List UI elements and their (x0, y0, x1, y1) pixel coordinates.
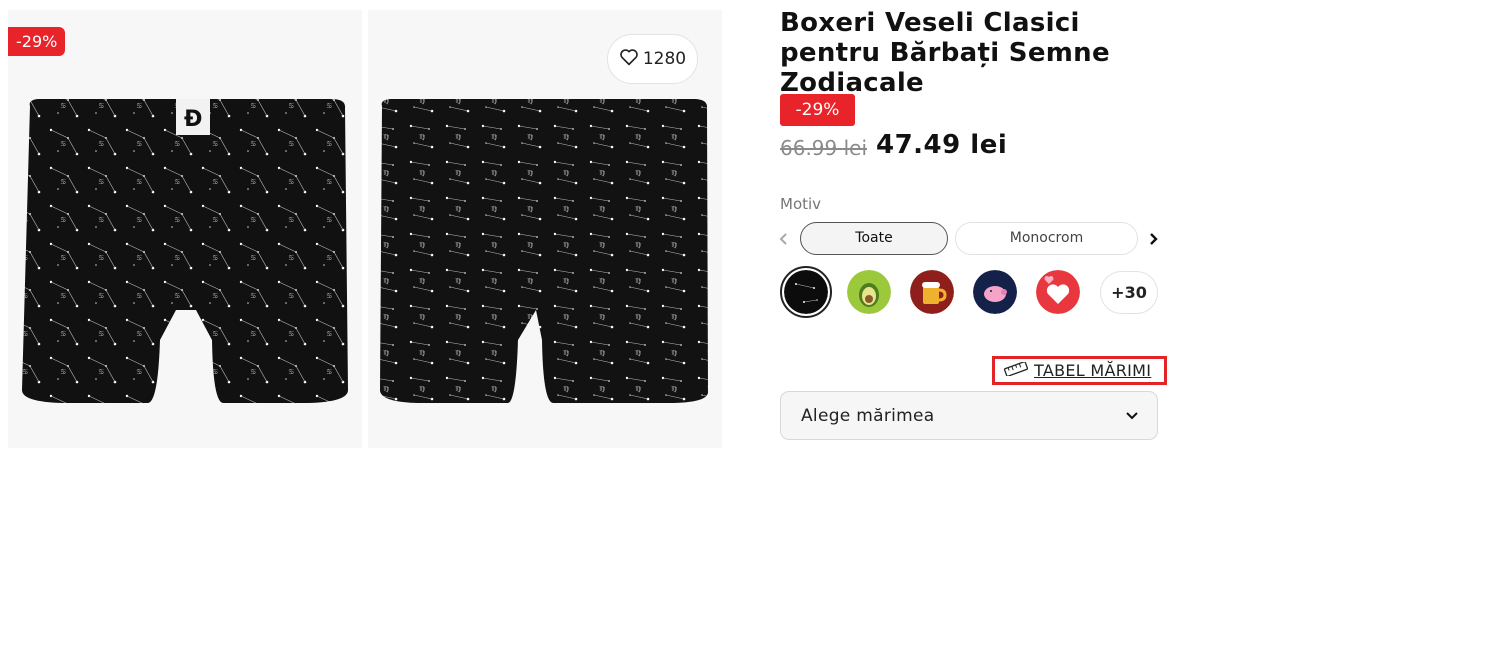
more-swatches-button[interactable]: +30 (1100, 271, 1158, 314)
svg-text:Ɖ: Ɖ (184, 107, 202, 132)
swatch-hearts[interactable] (1036, 270, 1080, 314)
swatch-beer[interactable] (910, 270, 954, 314)
heart-icon (619, 48, 639, 71)
image-discount-badge: -29% (8, 27, 66, 56)
product-image-front[interactable]: ♋ Ɖ (8, 10, 362, 448)
chevron-down-icon (1125, 406, 1139, 426)
size-table-label: TABEL MĂRIMI (1034, 361, 1152, 380)
discount-badge: -29% (780, 94, 855, 126)
filter-chip-monochrome[interactable]: Monocrom (955, 222, 1138, 255)
filter-chip-all[interactable]: Toate (800, 222, 948, 255)
new-price: 47.49 lei (876, 130, 1008, 160)
swatch-avocado[interactable] (847, 270, 891, 314)
size-table-link[interactable]: TABEL MĂRIMI (992, 356, 1167, 385)
wishlist-button[interactable]: 1280 (607, 34, 698, 84)
old-price: 66.99 lei (780, 136, 868, 160)
size-select-label: Alege mărimea (801, 405, 935, 426)
chevron-right-icon[interactable] (1146, 230, 1160, 248)
product-title: Boxeri Veseli Clasici pentru Bărbați Sem… (780, 8, 1110, 98)
swatch-pig[interactable] (973, 270, 1017, 314)
motif-label: Motiv (780, 195, 822, 213)
swatch-zodiac[interactable] (784, 270, 828, 314)
ruler-icon (1003, 361, 1029, 380)
wishlist-count: 1280 (642, 49, 687, 69)
size-select[interactable]: Alege mărimea (780, 391, 1158, 440)
chevron-left-icon[interactable] (777, 230, 791, 248)
